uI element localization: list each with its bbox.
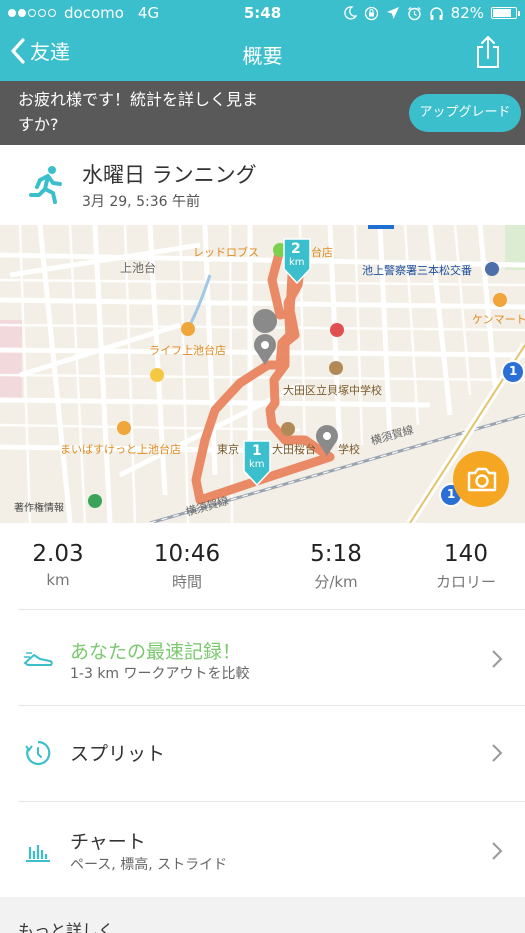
map-label-kenmart: ケンマート xyxy=(472,313,525,326)
bar-chart-icon xyxy=(26,845,50,862)
nav-bar: 友達 概要 xyxy=(0,28,525,81)
chevron-right-icon xyxy=(492,842,503,860)
map-label-school: 大田区立貝塚中学校 xyxy=(283,384,382,397)
stat-value: 5:18 xyxy=(310,541,362,567)
poi-school-icon xyxy=(281,422,295,436)
poi-shop-icon xyxy=(88,494,102,508)
runner-icon xyxy=(29,166,62,204)
activity-header: 水曜日 ランニング 3月 29, 5:36 午前 xyxy=(0,145,525,225)
stat-calories: 140 カロリー xyxy=(406,541,525,592)
map-label-area: 上池台 xyxy=(120,261,157,275)
map-copyright-link[interactable]: 著作権情報 xyxy=(14,499,64,514)
route-map[interactable]: 2 km 1 km 1 1 上池台 レッドロブス 台店 池上警察署三本松交番 ケ… xyxy=(0,225,525,523)
status-right: 82% xyxy=(343,4,520,22)
poi-shop-icon xyxy=(493,293,507,307)
location-arrow-icon xyxy=(386,7,399,19)
status-bar: docomo 4G 5:48 82% xyxy=(0,0,525,28)
km-marker-1-unit: km xyxy=(249,459,265,470)
km-marker-2-unit: km xyxy=(289,257,305,268)
stat-unit: 時間 xyxy=(171,573,202,591)
share-button[interactable] xyxy=(473,34,503,70)
poi-police-icon xyxy=(485,262,499,276)
stat-value: 2.03 xyxy=(32,541,84,567)
divider xyxy=(18,801,525,802)
activity-name: 水曜日 ランニング xyxy=(82,163,257,187)
more-details-label: もっと詳しく xyxy=(18,921,115,933)
splits-row[interactable]: スプリット xyxy=(0,705,525,801)
poi-shop-icon xyxy=(117,421,131,435)
battery-percent: 82% xyxy=(450,4,484,22)
stat-pace: 5:18 分/km xyxy=(276,541,396,592)
best-record-row[interactable]: あなたの最速記録！ 1-3 km ワークアウトを比較 xyxy=(0,609,525,705)
route-number-badge-label: 1 xyxy=(509,364,518,378)
chart-subtitle: ペース, 標高, ストライド xyxy=(70,857,228,873)
chart-row[interactable]: チャート ペース, 標高, ストライド xyxy=(0,801,525,897)
alarm-icon xyxy=(407,6,421,20)
map-label-life: ライフ上池台店 xyxy=(149,344,226,357)
splits-title: スプリット xyxy=(70,743,166,765)
rotation-lock-icon xyxy=(364,6,378,20)
best-record-subtitle: 1-3 km ワークアウトを比較 xyxy=(70,666,250,682)
chart-title: チャート xyxy=(70,831,146,853)
stat-value: 140 xyxy=(444,541,488,567)
camera-button[interactable] xyxy=(453,451,509,507)
camera-icon xyxy=(467,467,497,492)
map-label-tokyo: 東京 xyxy=(217,443,239,456)
moon-icon xyxy=(343,6,357,20)
chevron-right-icon xyxy=(492,744,503,762)
more-details-section: もっと詳しく xyxy=(0,897,525,933)
poi-school-icon xyxy=(329,361,343,375)
stat-value: 10:46 xyxy=(153,541,221,567)
map-label-police: 池上警察署三本松交番 xyxy=(362,264,472,277)
poi-shop-icon xyxy=(150,368,164,382)
detail-list: あなたの最速記録！ 1-3 km ワークアウトを比較 スプリット チャート ペー… xyxy=(0,609,525,897)
upgrade-button[interactable]: アップグレード xyxy=(409,94,521,132)
headphones-icon xyxy=(429,6,443,20)
map-label-school2-tail: 学校 xyxy=(338,443,360,456)
battery-icon xyxy=(491,7,520,19)
best-record-title: あなたの最速記録！ xyxy=(70,641,242,663)
stat-unit: カロリー xyxy=(435,573,496,591)
upgrade-message: お疲れ様です！統計を詳しく見ますか? xyxy=(18,90,259,134)
header-bar: docomo 4G 5:48 82% 友達 概要 xyxy=(0,0,525,81)
stat-duration: 10:46 時間 xyxy=(127,541,247,592)
activity-date: 3月 29, 5:36 午前 xyxy=(82,194,200,210)
upgrade-banner: お疲れ様です！統計を詳しく見ますか? アップグレード xyxy=(0,81,525,145)
divider xyxy=(18,705,525,706)
map-label-red-lobster-tail: 台店 xyxy=(311,246,333,259)
divider xyxy=(18,609,525,610)
chevron-right-icon xyxy=(492,650,503,668)
stopwatch-icon xyxy=(25,740,51,766)
km-marker-2-number: 2 xyxy=(291,241,301,257)
map-label-maibasket: まいばすけっと上池台店 xyxy=(60,443,181,456)
page-title: 概要 xyxy=(242,44,283,68)
stat-distance: 2.03 km xyxy=(0,541,118,589)
poi-post-office-icon xyxy=(330,323,344,337)
poi-restaurant-icon xyxy=(181,322,195,336)
map-label-red-lobster: レッドロブス xyxy=(193,246,259,259)
km-marker-1-number: 1 xyxy=(252,443,262,459)
stat-unit: km xyxy=(46,571,70,589)
map-label-school2: 大田桜台 xyxy=(272,443,316,456)
stats-bar: 2.03 km 10:46 時間 5:18 分/km 140 カロリー xyxy=(0,523,525,609)
shoe-icon xyxy=(24,652,53,666)
stat-unit: 分/km xyxy=(314,573,358,591)
share-icon xyxy=(477,36,499,68)
